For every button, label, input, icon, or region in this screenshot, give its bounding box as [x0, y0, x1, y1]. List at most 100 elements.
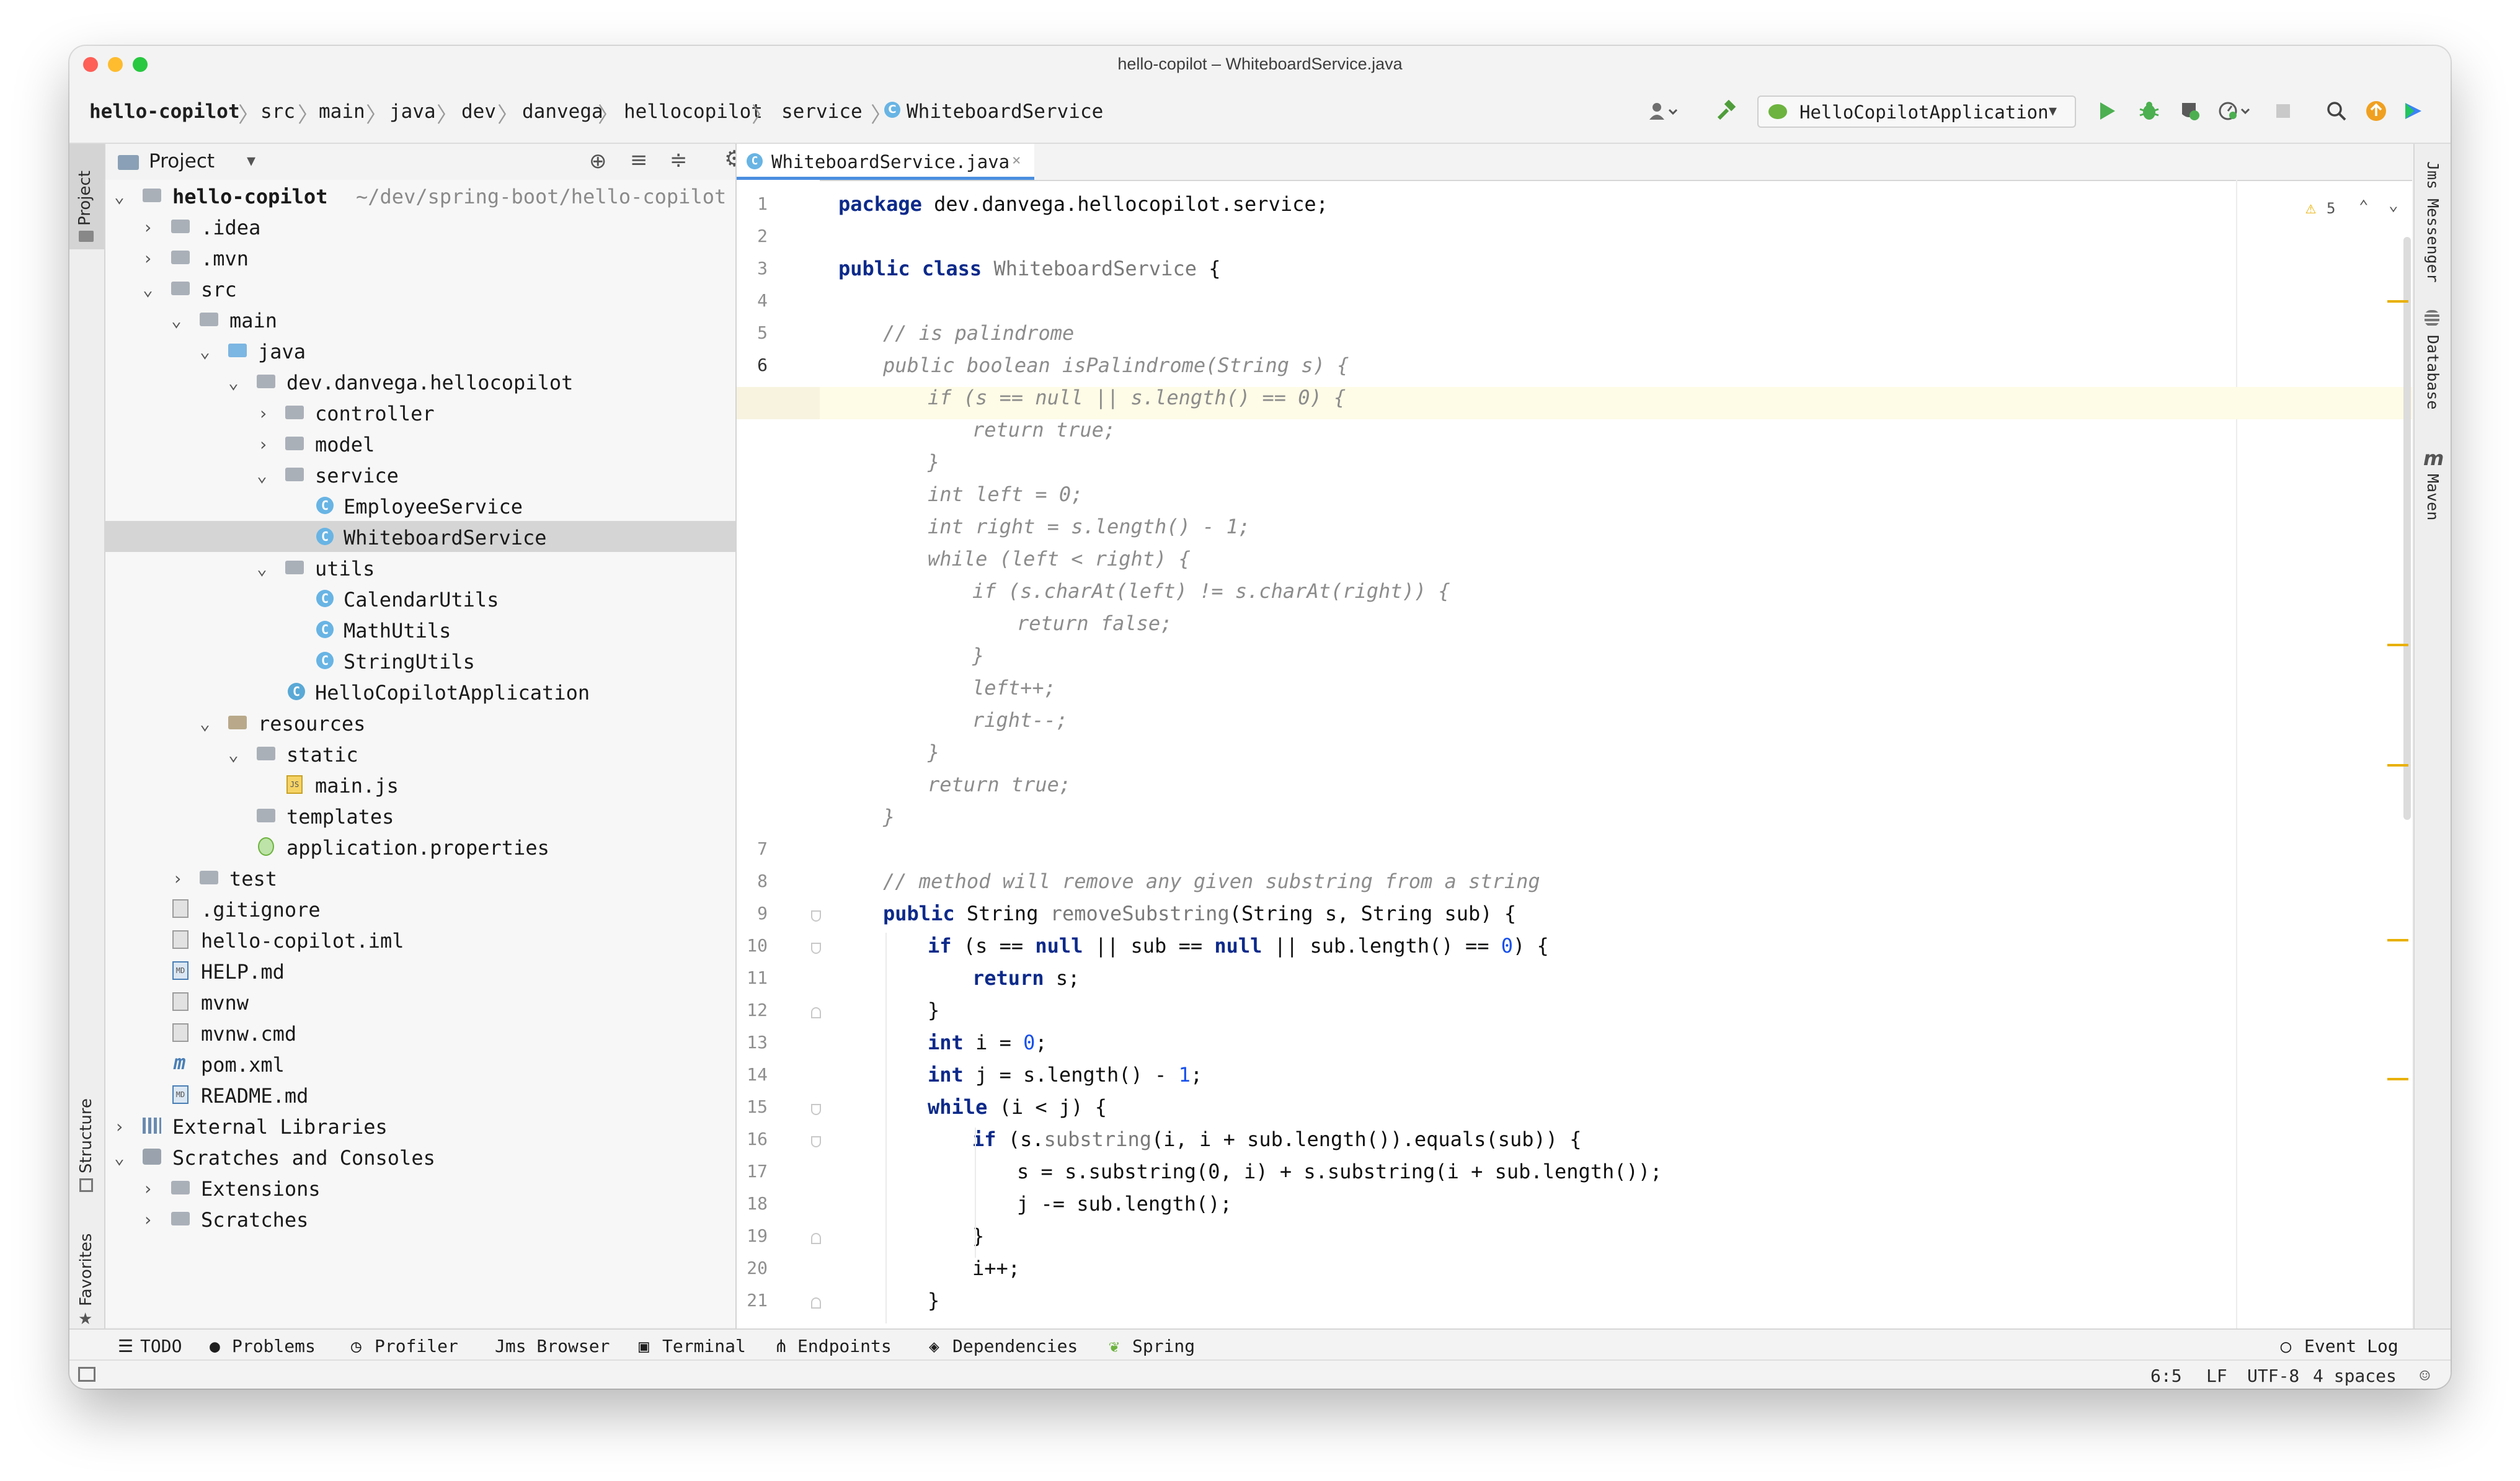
- copilot-status-icon[interactable]: ☺: [2420, 1366, 2430, 1386]
- tree-row[interactable]: JS main.js: [105, 769, 735, 800]
- tree-row[interactable]: › Scratches: [105, 1203, 735, 1234]
- code-text: String: [954, 902, 1050, 925]
- fold-marker-icon[interactable]: [811, 1104, 821, 1115]
- warning-marker[interactable]: [2387, 764, 2408, 767]
- tree-row[interactable]: ⌄ static: [105, 738, 735, 769]
- warning-marker[interactable]: [2387, 1078, 2408, 1080]
- fold-marker-icon[interactable]: [811, 1007, 821, 1018]
- tree-item-label: WhiteboardService: [344, 526, 547, 549]
- tree-row[interactable]: › controller: [105, 397, 735, 428]
- tree-row[interactable]: › External Libraries: [105, 1110, 735, 1141]
- update-icon[interactable]: [2364, 99, 2389, 123]
- project-view-title[interactable]: Project: [149, 150, 215, 172]
- editor-tab[interactable]: C WhiteboardService.java ×: [737, 144, 1034, 180]
- breadcrumb-item[interactable]: java: [389, 100, 436, 123]
- hammer-build-icon[interactable]: [1713, 99, 1740, 123]
- run-configuration-select[interactable]: HelloCopilotApplication ▾: [1757, 96, 2076, 128]
- fold-marker-icon[interactable]: [811, 910, 821, 922]
- breadcrumb-item[interactable]: dev: [461, 100, 496, 123]
- tree-row[interactable]: hello-copilot.iml: [105, 924, 735, 955]
- tree-item-label: README.md: [201, 1084, 309, 1108]
- chevron-down-icon: ⌄: [114, 186, 125, 207]
- tree-row[interactable]: ⌄ main: [105, 304, 735, 335]
- line-number: 4: [757, 290, 768, 311]
- search-icon[interactable]: [2324, 99, 2349, 123]
- warning-marker[interactable]: [2387, 939, 2408, 941]
- tree-row[interactable]: ⌄ src: [105, 273, 735, 304]
- warning-marker[interactable]: [2387, 300, 2408, 303]
- tree-row[interactable]: › test: [105, 862, 735, 893]
- stop-icon[interactable]: [2272, 99, 2294, 123]
- tree-row[interactable]: ⌄ service: [105, 459, 735, 490]
- tree-row-selected[interactable]: C WhiteboardService: [105, 521, 735, 552]
- inspection-widget[interactable]: ⚠ 5 ⌃ ⌄: [2305, 196, 2405, 222]
- breadcrumb-item[interactable]: main: [319, 100, 365, 123]
- tree-row[interactable]: ⌄ java: [105, 335, 735, 366]
- fold-marker-icon[interactable]: [811, 943, 821, 954]
- tree-row[interactable]: › .mvn: [105, 242, 735, 273]
- tree-row[interactable]: ⌄ utils: [105, 552, 735, 583]
- coverage-icon[interactable]: [2178, 99, 2203, 123]
- locate-icon[interactable]: ⊕: [589, 149, 607, 174]
- breadcrumb-item[interactable]: hellocopilot: [624, 100, 763, 123]
- debug-icon[interactable]: [2137, 99, 2162, 123]
- tree-row[interactable]: ⌄ resources: [105, 707, 735, 738]
- breadcrumb-item[interactable]: service: [781, 100, 863, 123]
- code-editor[interactable]: C WhiteboardService.java × 1 2 3 4 5 6 7…: [737, 144, 2412, 1328]
- tree-row-root[interactable]: ⌄ hello-copilot ~/dev/spring-boot/hello-…: [105, 180, 735, 211]
- breadcrumb-item[interactable]: src: [260, 100, 295, 123]
- profiler-run-icon[interactable]: [2216, 99, 2253, 123]
- tree-row[interactable]: application.properties: [105, 831, 735, 862]
- tree-row[interactable]: MD HELP.md: [105, 955, 735, 986]
- terminal-label: Terminal: [662, 1336, 746, 1356]
- tree-row[interactable]: ⌄ dev.danvega.hellocopilot: [105, 366, 735, 397]
- tree-row[interactable]: › .idea: [105, 211, 735, 242]
- caret-position[interactable]: 6:5: [2150, 1366, 2182, 1386]
- favorites-tool-button[interactable]: Favorites ★: [69, 1221, 104, 1332]
- collapse-all-icon[interactable]: ≑: [670, 148, 688, 172]
- tree-row[interactable]: C HelloCopilotApplication: [105, 676, 735, 707]
- tree-row[interactable]: C EmployeeService: [105, 490, 735, 521]
- tree-row[interactable]: .gitignore: [105, 893, 735, 924]
- run-icon[interactable]: [2095, 99, 2119, 123]
- tree-row[interactable]: mvnw.cmd: [105, 1017, 735, 1048]
- breadcrumb-item[interactable]: WhiteboardService: [907, 100, 1103, 123]
- tree-row[interactable]: MD README.md: [105, 1079, 735, 1110]
- file-encoding[interactable]: UTF-8: [2247, 1366, 2299, 1386]
- fold-marker-icon[interactable]: [811, 1297, 821, 1309]
- tree-row[interactable]: templates: [105, 800, 735, 831]
- chevron-down-icon[interactable]: ▾: [247, 150, 255, 171]
- fold-marker-icon[interactable]: [811, 1136, 821, 1147]
- previous-highlight-icon[interactable]: ⌃: [2359, 197, 2369, 216]
- tree-row[interactable]: C MathUtils: [105, 614, 735, 645]
- tree-row[interactable]: C StringUtils: [105, 645, 735, 676]
- user-icon[interactable]: [1644, 99, 1682, 123]
- expand-all-icon[interactable]: ≡: [630, 148, 648, 172]
- line-number: 3: [757, 258, 768, 278]
- jms-messenger-tool-button[interactable]: Jms Messenger: [2415, 149, 2451, 291]
- tree-row[interactable]: m pom.xml: [105, 1048, 735, 1079]
- line-separator[interactable]: LF: [2206, 1366, 2227, 1386]
- tree-row[interactable]: › Extensions: [105, 1172, 735, 1203]
- copilot-icon[interactable]: [2401, 99, 2426, 123]
- tree-row[interactable]: ⌄ Scratches and Consoles: [105, 1141, 735, 1172]
- breadcrumb-item[interactable]: hello-copilot: [89, 100, 240, 123]
- close-tab-icon[interactable]: ×: [1012, 151, 1021, 169]
- maven-tool-button[interactable]: m Maven: [2415, 447, 2451, 540]
- warning-marker[interactable]: [2387, 644, 2408, 646]
- tree-row[interactable]: › model: [105, 428, 735, 459]
- fold-marker-icon[interactable]: [811, 1233, 821, 1244]
- next-highlight-icon[interactable]: ⌄: [2389, 196, 2398, 215]
- tree-item-label: application.properties: [286, 836, 549, 860]
- database-tool-button[interactable]: Database: [2415, 310, 2451, 422]
- project-tool-button[interactable]: Project: [69, 144, 104, 249]
- structure-tool-button[interactable]: Structure: [69, 1074, 104, 1198]
- toggle-tool-windows-icon[interactable]: [78, 1367, 95, 1382]
- vertical-scrollbar[interactable]: [2403, 237, 2411, 820]
- package-icon: [257, 375, 275, 388]
- tree-row[interactable]: C CalendarUtils: [105, 583, 735, 614]
- indent-setting[interactable]: 4 spaces: [2313, 1366, 2397, 1386]
- tree-row[interactable]: mvnw: [105, 986, 735, 1017]
- package-icon: [285, 406, 304, 419]
- breadcrumb-item[interactable]: danvega: [522, 100, 603, 123]
